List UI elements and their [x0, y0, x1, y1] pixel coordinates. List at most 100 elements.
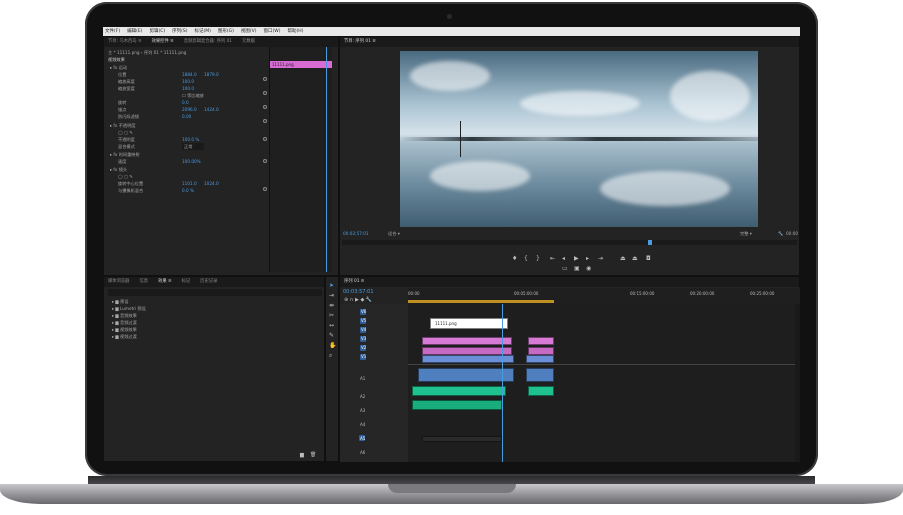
- uniform-scale-checkbox[interactable]: ☐ 等比缩放: [182, 92, 204, 99]
- go-to-out-icon[interactable]: ⇥: [598, 256, 603, 262]
- timeline-tracks[interactable]: 11111.png: [408, 304, 795, 462]
- lens-mask-tools[interactable]: ◯ ▢ ✎: [118, 173, 133, 180]
- tab-markers[interactable]: 标记: [182, 277, 191, 287]
- list-item[interactable]: ▸ ▆ Lumetri 预设: [112, 306, 146, 312]
- menu-item[interactable]: 图形(G): [218, 27, 234, 36]
- audio-clip[interactable]: [412, 386, 506, 396]
- selection-tool-icon[interactable]: ➤: [329, 283, 334, 289]
- menu-item[interactable]: 编辑(E): [127, 27, 142, 36]
- menu-item[interactable]: 剪辑(C): [149, 27, 165, 36]
- reset-icon[interactable]: [263, 119, 267, 123]
- tab-program[interactable]: 节目: 序列 01 ≡: [344, 37, 376, 47]
- blend-camera-value[interactable]: 0.0 %: [182, 187, 194, 194]
- timeline-tool-icons[interactable]: ⊕ ∩ ▶ ◆ 🔧: [344, 297, 372, 303]
- program-video-frame[interactable]: [400, 51, 758, 227]
- reset-icon[interactable]: [263, 137, 267, 141]
- tab-metadata[interactable]: 元数据: [242, 37, 255, 47]
- tab-media-browser[interactable]: 媒体浏览器: [108, 277, 129, 287]
- reset-icon[interactable]: [263, 159, 267, 163]
- slip-tool-icon[interactable]: ↔: [329, 323, 334, 329]
- menu-item[interactable]: 序列(S): [172, 27, 187, 36]
- scale-value[interactable]: 100.0: [182, 78, 194, 85]
- tab-info[interactable]: 信息: [139, 277, 148, 287]
- title-clip[interactable]: 11111.png: [430, 318, 508, 329]
- marker-icon[interactable]: ♦: [512, 256, 517, 262]
- effects-search-input[interactable]: [108, 289, 322, 296]
- menu-item[interactable]: 文件(F): [105, 27, 120, 36]
- menu-item[interactable]: 帮助(H): [287, 27, 303, 36]
- audio-clip[interactable]: [412, 400, 502, 410]
- reset-icon[interactable]: [263, 105, 267, 109]
- go-to-in-icon[interactable]: ⇤: [550, 256, 555, 262]
- tab-audio-mixer[interactable]: 音频剪辑混合器: 序列 01: [184, 37, 232, 47]
- video-clip[interactable]: [528, 337, 554, 345]
- blend-select[interactable]: 正常: [182, 143, 205, 150]
- zoom-icon[interactable]: ⌕: [329, 353, 332, 359]
- time-ruler[interactable]: 00:00 00:05:00:00 00:15:00:00 00:20:00:0…: [408, 288, 800, 304]
- position-x[interactable]: 1884.0: [182, 71, 197, 78]
- timeline-playhead[interactable]: [502, 304, 503, 462]
- opacity-section[interactable]: ▸ fx 不透明度: [110, 122, 135, 129]
- new-folder-icon[interactable]: ▆: [300, 452, 304, 458]
- mark-out-icon[interactable]: }: [536, 256, 540, 262]
- wrench-icon[interactable]: 🔧: [778, 231, 783, 237]
- menu-item[interactable]: 标记(M): [195, 27, 211, 36]
- ripple-edit-icon[interactable]: ⇹: [329, 303, 334, 309]
- position-y[interactable]: 1879.0: [204, 71, 219, 78]
- step-back-icon[interactable]: ◂: [562, 256, 565, 262]
- time-remap-section[interactable]: ▸ fx 时间重映射: [110, 151, 140, 158]
- tab-source[interactable]: 节目: 乌木西岛 ≡: [108, 37, 142, 47]
- position-row[interactable]: 位置: [118, 71, 126, 78]
- audio-clip[interactable]: [422, 436, 502, 442]
- extract-icon[interactable]: ⏏: [632, 256, 638, 262]
- timeline-scrollbar[interactable]: [795, 304, 800, 462]
- menu-item[interactable]: 视图(V): [241, 27, 257, 36]
- rotation-value[interactable]: 0.0: [182, 99, 189, 106]
- reset-icon[interactable]: [263, 77, 267, 81]
- anchor-y[interactable]: 1424.0: [204, 106, 219, 113]
- lens-section[interactable]: ▸ fx 镜头: [110, 166, 127, 173]
- center-x[interactable]: 1101.0: [182, 180, 197, 187]
- hand-icon[interactable]: ✋: [329, 343, 336, 349]
- list-item[interactable]: ▸ ▆ 音频过渡: [112, 320, 137, 326]
- video-clip[interactable]: [422, 355, 514, 363]
- menu-item[interactable]: 窗口(W): [264, 27, 281, 36]
- list-item[interactable]: ▸ ▆ 视频过渡: [112, 334, 137, 340]
- export-frame-icon[interactable]: ◘: [646, 256, 651, 262]
- track-select-icon[interactable]: ⇥: [329, 293, 334, 299]
- mask-tools[interactable]: ◯ ▢ ✎: [118, 129, 133, 136]
- video-clip[interactable]: [422, 337, 512, 345]
- audio-clip[interactable]: [528, 386, 554, 396]
- video-clip[interactable]: [422, 347, 512, 355]
- trash-icon[interactable]: 🗑: [310, 452, 316, 458]
- program-scrubber[interactable]: [342, 240, 797, 245]
- lift-icon[interactable]: ⏏: [620, 256, 626, 262]
- tab-sequence[interactable]: 序列 01 ≡: [344, 277, 364, 287]
- keyframe-area[interactable]: 11111.png: [269, 47, 332, 272]
- work-area-bar[interactable]: [408, 300, 554, 303]
- audio-clip[interactable]: [526, 368, 554, 382]
- mark-in-icon[interactable]: {: [524, 256, 528, 262]
- video-clip[interactable]: [528, 347, 554, 355]
- audio-clip[interactable]: [418, 368, 514, 382]
- safe-margins-icon[interactable]: ▣: [574, 266, 580, 272]
- camera-icon[interactable]: ◉: [586, 266, 591, 272]
- motion-label[interactable]: ▸ fx 运动: [110, 64, 127, 71]
- vr-icon[interactable]: ▭: [562, 266, 568, 272]
- razor-icon[interactable]: ✂: [329, 313, 334, 319]
- step-forward-icon[interactable]: ▸: [586, 256, 589, 262]
- speed-value[interactable]: 100.00%: [182, 158, 201, 165]
- pen-icon[interactable]: ✎: [329, 333, 334, 339]
- list-item[interactable]: ▸ ▆ 预设: [112, 299, 128, 305]
- tab-effect-controls[interactable]: 效果控件 ≡: [152, 37, 174, 47]
- quality-select[interactable]: 完整 ▾: [740, 231, 752, 237]
- opacity-value[interactable]: 100.0 %: [182, 136, 199, 143]
- list-item[interactable]: ▸ ▆ 视频效果: [112, 327, 137, 333]
- video-clip[interactable]: [526, 355, 554, 363]
- keyframe-playhead[interactable]: [326, 47, 327, 272]
- anchor-x[interactable]: 2096.0: [182, 106, 197, 113]
- tab-history[interactable]: 历史记录: [200, 277, 217, 287]
- program-playhead[interactable]: [648, 240, 652, 245]
- play-icon[interactable]: ▶: [574, 256, 579, 262]
- list-item[interactable]: ▸ ▆ 音频效果: [112, 313, 137, 319]
